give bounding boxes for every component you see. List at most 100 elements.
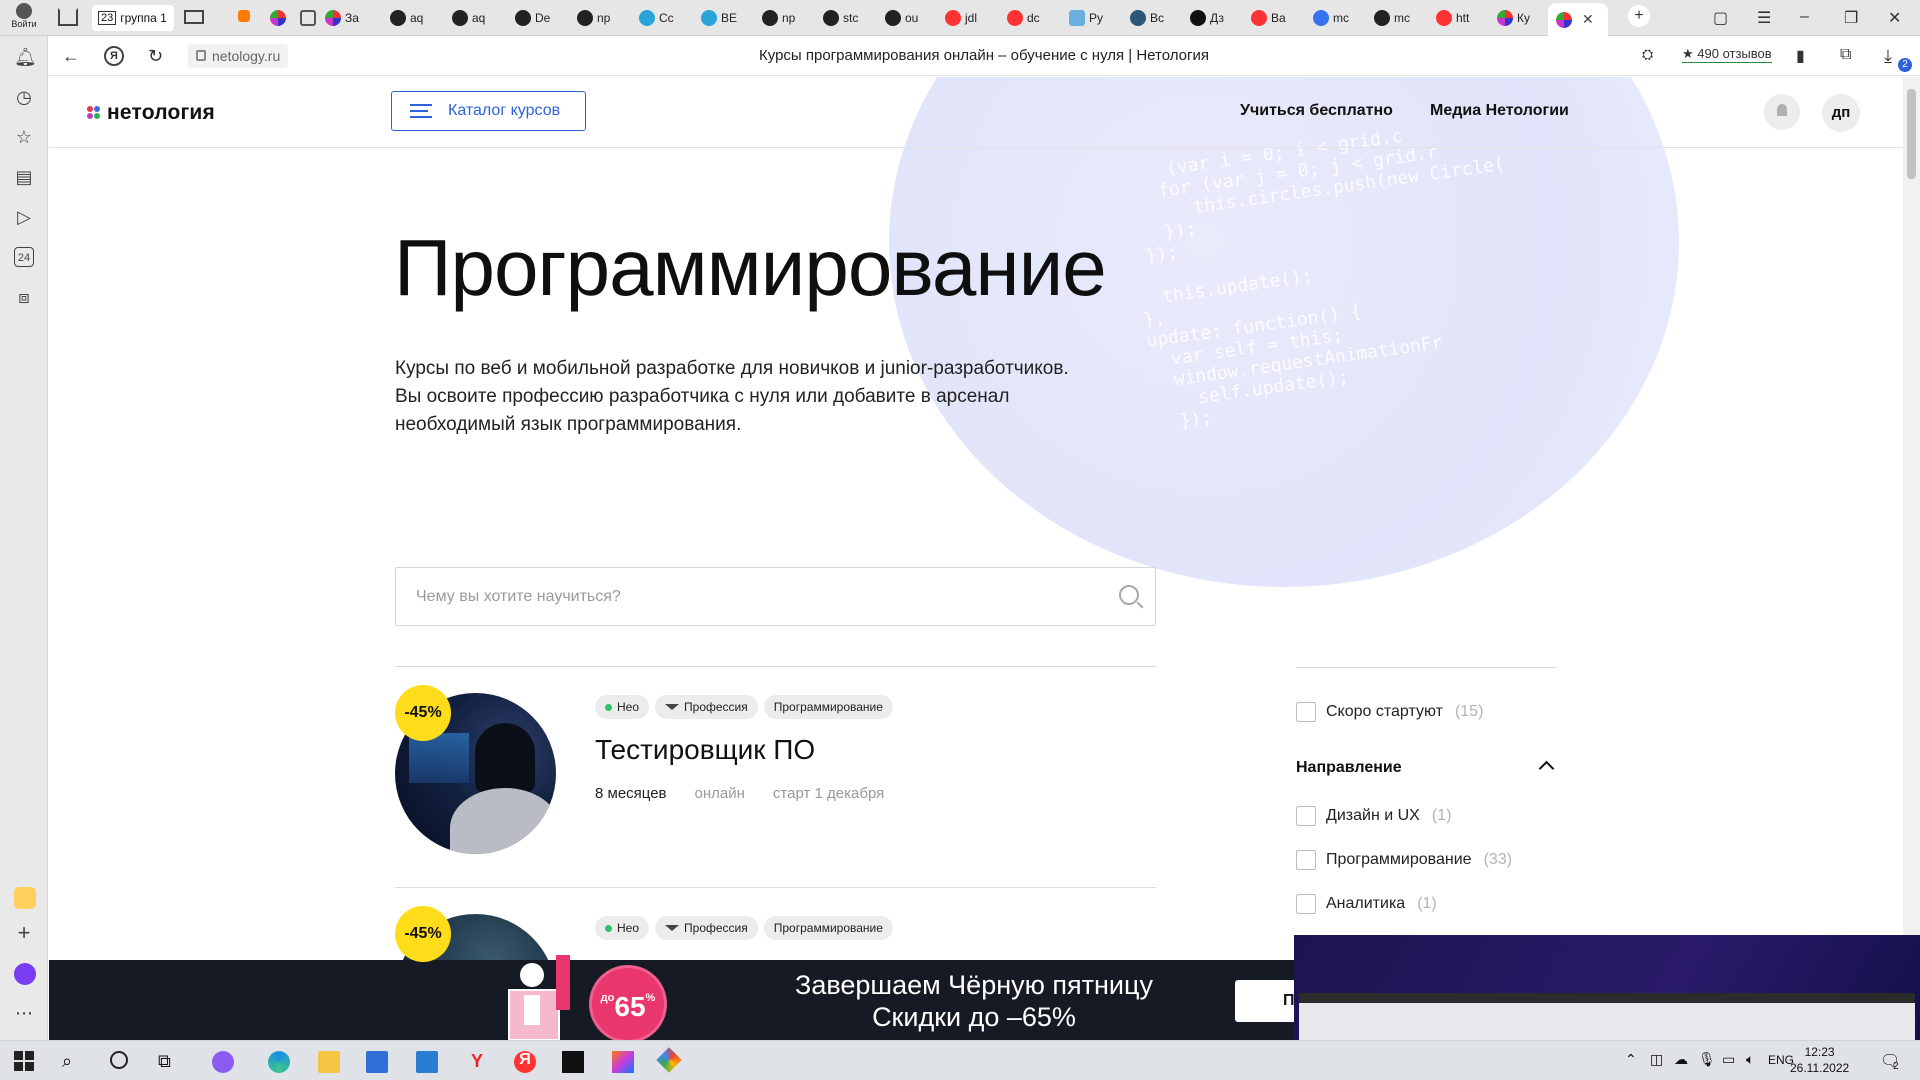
yandex-icon[interactable]: Я [514, 1051, 536, 1073]
minimize-icon[interactable]: – [1800, 8, 1809, 26]
page-viewport: (var i = 0; i < grid.c for (var j = 0; j… [49, 77, 1903, 1040]
task-view-icon[interactable]: ⧉ [158, 1051, 180, 1073]
intellij-icon[interactable] [612, 1051, 634, 1073]
tab[interactable]: stc [823, 5, 873, 31]
tab[interactable]: dc [1007, 5, 1057, 31]
edge-icon[interactable] [268, 1051, 290, 1073]
tab[interactable]: mc [1374, 5, 1424, 31]
bookmark-icon[interactable]: ▮ [1796, 46, 1805, 66]
course-card[interactable]: -45% Нео Профессия Программирование Тест… [395, 667, 1156, 854]
course-tags: Нео Профессия Программирование [595, 695, 893, 719]
restore-icon[interactable]: ❐ [1844, 8, 1858, 28]
checkbox[interactable] [1296, 894, 1316, 914]
avatar[interactable]: дп [1822, 94, 1860, 132]
tab[interactable]: np [762, 5, 812, 31]
mail-icon[interactable] [416, 1051, 438, 1073]
nav-free-learning[interactable]: Учиться бесплатно [1240, 102, 1393, 120]
cloud-icon[interactable]: ☁ [1674, 1051, 1696, 1073]
camera-icon[interactable]: ⧈ [14, 287, 34, 307]
filter-direction[interactable]: Аналитика (1) [1296, 894, 1437, 914]
clock[interactable]: 12:23 26.11.2022 [1790, 1044, 1849, 1076]
alice-icon[interactable] [14, 963, 36, 985]
checkbox[interactable] [1296, 850, 1316, 870]
tab-group-chip[interactable]: 23 группа 1 [92, 5, 174, 31]
collections-icon[interactable]: ⧉ [1840, 46, 1851, 64]
tab-label: stc [843, 11, 859, 25]
yandex-browser-icon[interactable]: Y [466, 1051, 488, 1073]
tab[interactable]: За [325, 5, 375, 31]
star-icon[interactable]: ☆ [14, 127, 34, 147]
tab[interactable]: De [515, 5, 565, 31]
tab[interactable]: aq [452, 5, 502, 31]
tab[interactable]: Cc [639, 5, 689, 31]
chevron-up-icon[interactable]: ⌃ [1625, 1051, 1647, 1073]
scrollbar-thumb[interactable] [1907, 89, 1916, 179]
search-icon[interactable] [1119, 585, 1139, 605]
tab-manager-icon[interactable]: ▢ [1713, 8, 1728, 28]
bell-icon[interactable]: 🔔︎ [14, 47, 37, 67]
tray-app-icon[interactable]: ◫ [1650, 1051, 1672, 1073]
netology-tab-icon[interactable] [270, 10, 286, 26]
nav-media[interactable]: Медиа Нетологии [1430, 102, 1569, 120]
filter-direction[interactable]: Программирование (33) [1296, 850, 1512, 870]
tab[interactable]: ou [885, 5, 935, 31]
direction-heading[interactable]: Направление [1296, 759, 1402, 777]
catalog-button[interactable]: Каталог курсов [391, 91, 586, 131]
tab[interactable]: Bc [1130, 5, 1180, 31]
windows-start-icon[interactable] [14, 1051, 36, 1073]
search-input[interactable] [396, 568, 1076, 625]
add-panel-icon[interactable]: + [14, 922, 34, 944]
calendar-icon[interactable]: 24 [14, 247, 34, 267]
picture-in-picture-video[interactable] [1294, 935, 1920, 1040]
screenshot-tab-icon[interactable] [300, 10, 316, 26]
close-window-icon[interactable]: ✕ [1888, 8, 1901, 28]
downloads-badge: 2 [1898, 58, 1912, 72]
tab[interactable]: jdl [945, 5, 995, 31]
tab[interactable]: np [577, 5, 627, 31]
new-tab-button[interactable]: + [1628, 5, 1650, 27]
github-icon [515, 10, 531, 26]
checkbox[interactable] [1296, 702, 1316, 722]
reviews-badge[interactable]: ★ 490 отзывов [1682, 46, 1772, 63]
scrollbar[interactable] [1903, 77, 1920, 1040]
home-icon[interactable] [58, 8, 78, 26]
volume-icon[interactable]: 🔈︎ [1746, 1051, 1768, 1073]
chevron-up-icon[interactable] [1538, 760, 1555, 777]
tab[interactable]: htt [1436, 5, 1486, 31]
close-tab-icon[interactable]: ✕ [1582, 11, 1594, 28]
menu-icon[interactable]: ☰ [1757, 8, 1771, 28]
terminal-icon[interactable] [562, 1051, 584, 1073]
history-icon[interactable]: ◷ [14, 87, 34, 107]
tab[interactable]: Py [1069, 5, 1119, 31]
git-tool-icon[interactable] [656, 1047, 682, 1073]
tab[interactable]: Ку [1497, 5, 1547, 31]
tab[interactable]: Ba [1251, 5, 1301, 31]
translate-icon[interactable]: ⛭ [1642, 46, 1653, 63]
tab[interactable]: mc [1313, 5, 1363, 31]
checkbox[interactable] [1296, 806, 1316, 826]
more-icon[interactable]: ⋯ [14, 1003, 34, 1023]
new-folder-icon[interactable] [184, 10, 204, 24]
alice-icon[interactable] [212, 1051, 234, 1073]
profile-button[interactable]: Войти [8, 3, 40, 33]
download-icon[interactable]: ⤓ [1884, 46, 1892, 67]
tab[interactable]: Дз [1190, 5, 1240, 31]
file-explorer-icon[interactable] [318, 1051, 340, 1073]
microphone-icon[interactable]: 🎙︎ [1698, 1051, 1720, 1073]
puzzle-tab-icon[interactable] [238, 10, 250, 22]
course-title[interactable]: Тестировщик ПО [595, 734, 815, 766]
search-icon[interactable]: ⌕ [62, 1051, 84, 1073]
notifications-icon[interactable] [1764, 94, 1800, 130]
play-icon[interactable]: ▷ [14, 207, 34, 227]
active-tab[interactable]: ✕ [1548, 3, 1608, 36]
store-icon[interactable] [366, 1051, 388, 1073]
logo[interactable]: нетология [87, 101, 215, 125]
filter-soon[interactable]: Скоро стартуют (15) [1296, 702, 1483, 722]
zen-icon[interactable] [14, 887, 36, 909]
tab[interactable]: BE [701, 5, 751, 31]
network-icon[interactable]: ▭ [1722, 1051, 1744, 1073]
tab[interactable]: aq [390, 5, 440, 31]
notes-icon[interactable]: ▤ [14, 167, 34, 187]
filter-direction[interactable]: Дизайн и UX (1) [1296, 806, 1451, 826]
cortana-icon[interactable] [110, 1051, 128, 1069]
